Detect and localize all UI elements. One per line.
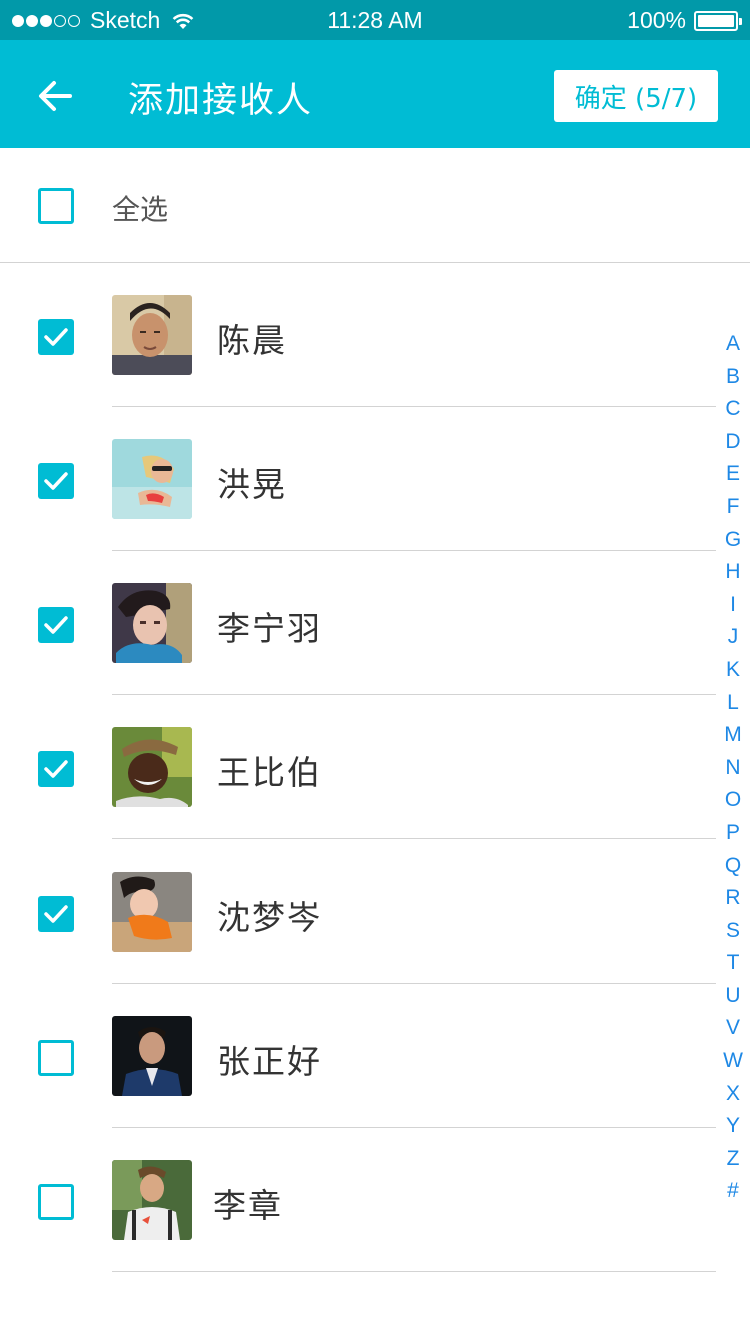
avatar (112, 295, 192, 375)
contact-row[interactable]: 张正好 (0, 1016, 716, 1160)
checkmark-icon (44, 328, 68, 346)
index-letter[interactable]: B (716, 363, 750, 396)
confirm-button[interactable]: 确定 (5/7) (554, 70, 718, 122)
avatar (112, 1016, 192, 1096)
index-letter[interactable]: D (716, 428, 750, 461)
index-letter[interactable]: E (716, 460, 750, 493)
contact-name: 洪晃 (217, 465, 287, 504)
checkmark-icon (44, 760, 68, 778)
divider (112, 694, 716, 695)
contact-row[interactable]: 陈晨 (0, 295, 716, 439)
index-letter[interactable]: K (716, 656, 750, 689)
avatar (112, 872, 192, 952)
select-all-checkbox[interactable] (38, 188, 74, 224)
nav-bar: 添加接收人 确定 (5/7) (0, 40, 750, 148)
contact-name: 李章 (213, 1186, 283, 1225)
contact-name: 王比伯 (217, 753, 322, 792)
alphabet-index[interactable]: A B C D E F G H I J K L M N O P Q R S T … (716, 330, 750, 1210)
contact-name: 李宁羽 (217, 609, 322, 648)
index-letter[interactable]: I (716, 591, 750, 624)
contact-row[interactable]: 李章 (0, 1160, 716, 1304)
divider (112, 1127, 716, 1128)
index-letter[interactable]: X (716, 1080, 750, 1113)
contact-row[interactable]: 李宁羽 (0, 583, 716, 727)
contact-row[interactable]: 王比伯 (0, 727, 716, 871)
index-letter[interactable]: O (716, 786, 750, 819)
contact-name: 陈晨 (217, 321, 287, 360)
index-letter[interactable]: Z (716, 1145, 750, 1178)
divider (112, 550, 716, 551)
contact-checkbox[interactable] (38, 319, 74, 355)
index-letter[interactable]: S (716, 917, 750, 950)
contact-row[interactable]: 洪晃 (0, 439, 716, 583)
screen: Sketch 11:28 AM 100% 添加接收人 确定 (5/7) 全选 陈… (0, 0, 750, 1334)
index-letter[interactable]: A (716, 330, 750, 363)
avatar (112, 727, 192, 807)
page-title: 添加接收人 (128, 81, 314, 121)
contact-checkbox[interactable] (38, 1184, 74, 1220)
battery-icon (694, 10, 742, 31)
divider (112, 838, 716, 839)
index-letter[interactable]: R (716, 884, 750, 917)
select-all-label: 全选 (112, 193, 169, 226)
contact-name: 沈梦岑 (217, 898, 322, 937)
contact-checkbox[interactable] (38, 1040, 74, 1076)
select-all-row[interactable]: 全选 (0, 148, 750, 262)
divider (112, 983, 716, 984)
index-letter[interactable]: Y (716, 1112, 750, 1145)
status-bar: Sketch 11:28 AM 100% (0, 0, 750, 40)
contact-name: 张正好 (217, 1042, 322, 1081)
index-letter[interactable]: P (716, 819, 750, 852)
index-letter[interactable]: H (716, 558, 750, 591)
avatar (112, 439, 192, 519)
index-letter[interactable]: Q (716, 852, 750, 885)
status-right: 100% (627, 7, 742, 34)
checkmark-icon (44, 616, 68, 634)
contact-checkbox[interactable] (38, 463, 74, 499)
index-letter[interactable]: U (716, 982, 750, 1015)
checkmark-icon (44, 472, 68, 490)
index-letter[interactable]: M (716, 721, 750, 754)
index-letter[interactable]: N (716, 754, 750, 787)
index-letter[interactable]: # (716, 1177, 750, 1210)
contact-checkbox[interactable] (38, 607, 74, 643)
avatar (112, 583, 192, 663)
contact-row[interactable]: 沈梦岑 (0, 872, 716, 1016)
index-letter[interactable]: G (716, 526, 750, 559)
contact-checkbox[interactable] (38, 751, 74, 787)
index-letter[interactable]: J (716, 623, 750, 656)
divider (112, 406, 716, 407)
battery-percentage: 100% (627, 7, 686, 33)
index-letter[interactable]: C (716, 395, 750, 428)
contact-checkbox[interactable] (38, 896, 74, 932)
divider (0, 262, 750, 263)
index-letter[interactable]: T (716, 949, 750, 982)
divider (112, 1271, 716, 1272)
index-letter[interactable]: W (716, 1047, 750, 1080)
index-letter[interactable]: F (716, 493, 750, 526)
index-letter[interactable]: L (716, 689, 750, 722)
checkmark-icon (44, 905, 68, 923)
back-arrow-icon[interactable] (36, 76, 76, 116)
avatar (112, 1160, 192, 1240)
index-letter[interactable]: V (716, 1014, 750, 1047)
